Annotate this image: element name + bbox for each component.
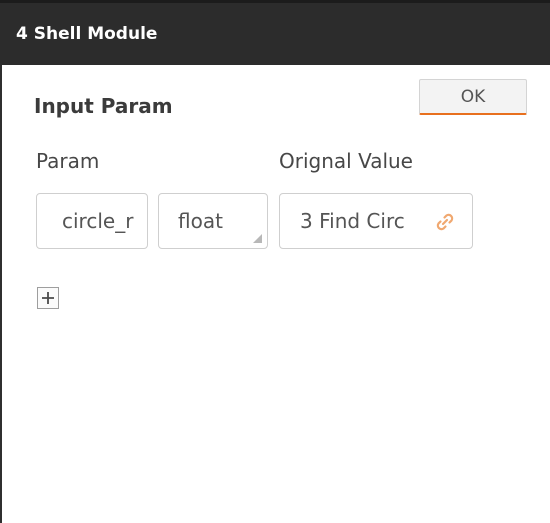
- plus-icon: [42, 292, 54, 304]
- add-param-button[interactable]: [37, 287, 59, 309]
- window-left-edge: [0, 0, 2, 523]
- original-value-input[interactable]: 3 Find Circ: [279, 193, 473, 249]
- original-value-column-header: Orignal Value: [279, 149, 413, 173]
- window-title: 4 Shell Module: [16, 24, 158, 44]
- section-title: Input Param: [34, 94, 173, 118]
- param-name-value: circle_r: [62, 209, 134, 233]
- original-value-text: 3 Find Circ: [300, 209, 405, 233]
- window-titlebar[interactable]: 4 Shell Module: [0, 0, 550, 65]
- param-type-value: float: [178, 209, 223, 233]
- ok-button[interactable]: OK: [419, 79, 527, 115]
- param-name-input[interactable]: circle_r: [36, 193, 148, 249]
- param-type-select[interactable]: float: [158, 193, 268, 249]
- param-column-header: Param: [36, 149, 100, 173]
- link-icon[interactable]: [433, 210, 457, 234]
- dropdown-corner-icon: [253, 234, 262, 243]
